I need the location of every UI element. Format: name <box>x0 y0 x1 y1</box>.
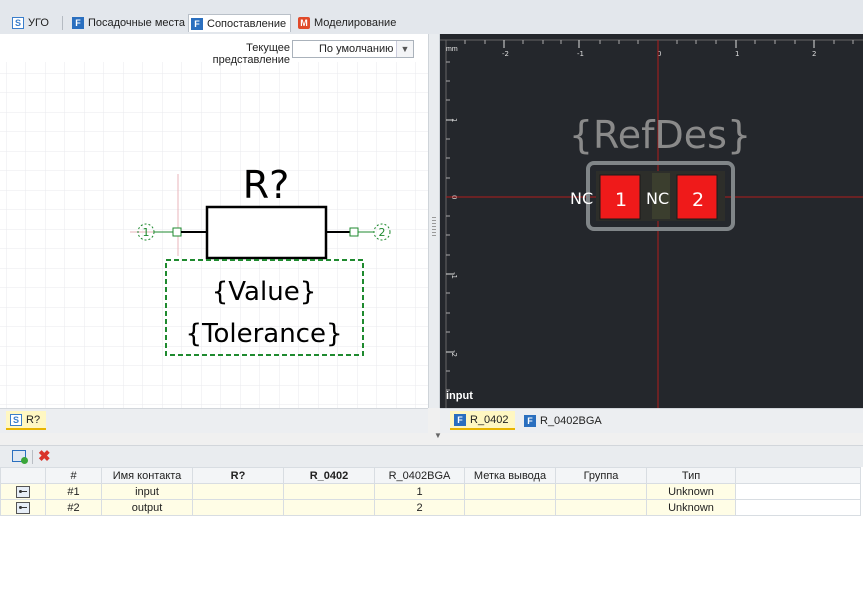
symbol-icon: S <box>12 17 24 29</box>
value-field: {Value} <box>212 277 316 307</box>
tab-footprint-r0402bga[interactable]: F R_0402BGA <box>520 411 608 430</box>
symbol-variant-tabs: S R? <box>0 408 428 434</box>
tab-label: Посадочные места <box>88 17 186 29</box>
view-select-value: По умолчанию <box>319 43 394 55</box>
footprint-icon: F <box>454 413 466 426</box>
horizontal-splitter[interactable]: ▼ <box>0 431 863 445</box>
y-tick-label: 1 <box>450 118 458 122</box>
cell-fp2[interactable]: 2 <box>374 499 465 516</box>
footprint-drawing: -2 -1 0 1 2 1 0 -1 -2 1 2 NC NC {RefDes} <box>440 34 863 408</box>
tab-footprint-r0402[interactable]: F R_0402 <box>450 411 515 430</box>
x-tick-label: 2 <box>812 50 816 58</box>
tab-symbol[interactable]: S УГО <box>10 14 53 32</box>
view-label: Текущее представление <box>212 42 290 66</box>
tab-footprints[interactable]: F Посадочные места <box>70 14 189 32</box>
pad1-label: 1 <box>615 189 627 211</box>
cell-fp2[interactable]: 1 <box>374 483 465 500</box>
tab-label: R? <box>26 413 41 426</box>
mapping-icon: F <box>191 17 203 30</box>
add-pin-icon[interactable] <box>12 450 28 464</box>
pad2-label: 2 <box>692 189 704 211</box>
symbol-drawing: 1 2 R? {Value} {Tolerance} <box>0 62 428 408</box>
mapping-toolbar: ✖ <box>0 445 863 469</box>
y-tick-label: -2 <box>450 350 458 357</box>
pin1-number: 1 <box>143 226 150 239</box>
cell-fp1[interactable] <box>283 483 375 500</box>
cell-sym[interactable] <box>192 499 284 516</box>
tab-mapping[interactable]: F Сопоставление <box>188 14 292 32</box>
toolbar-separator <box>32 450 33 464</box>
cell-sym[interactable] <box>192 483 284 500</box>
cell-fp1[interactable] <box>283 499 375 516</box>
cell-mark[interactable] <box>464 483 556 500</box>
delete-icon[interactable]: ✖ <box>38 447 51 465</box>
cell-group[interactable] <box>555 483 647 500</box>
x-tick-label: -2 <box>502 50 509 58</box>
pin-mapping-grid: # Имя контакта R? R_0402 R_0402BGA Метка… <box>0 467 863 606</box>
table-header: # Имя контакта R? R_0402 R_0402BGA Метка… <box>0 467 861 484</box>
tab-label: R_0402BGA <box>540 414 602 427</box>
symbol-refdes: R? <box>243 163 290 207</box>
tolerance-field: {Tolerance} <box>185 319 342 349</box>
col-header[interactable]: Метка вывода <box>464 467 556 484</box>
pin-icon <box>16 485 30 498</box>
cell-name[interactable]: output <box>101 499 193 516</box>
hover-pin-label: input <box>446 390 473 402</box>
modeling-icon: M <box>298 17 310 29</box>
footprint-icon: F <box>72 17 84 29</box>
pin-icon <box>16 501 30 514</box>
cell-num[interactable]: #2 <box>45 499 102 516</box>
tab-label: Сопоставление <box>207 17 287 30</box>
footprint-refdes: {RefDes} <box>569 113 751 157</box>
cell-empty <box>735 499 861 516</box>
cell-type[interactable]: Unknown <box>646 499 736 516</box>
tab-label: УГО <box>28 17 49 29</box>
pin-row-icon <box>0 483 46 500</box>
tab-label: Моделирование <box>314 17 397 29</box>
nc-label-mid: NC <box>646 189 669 208</box>
tab-separator <box>62 16 63 30</box>
resistor-body <box>205 205 328 260</box>
tab-symbol-variant[interactable]: S R? <box>6 411 47 430</box>
col-header-empty <box>735 467 861 484</box>
symbol-canvas[interactable]: 1 2 R? {Value} {Tolerance} <box>0 34 428 408</box>
tab-modeling[interactable]: M Моделирование <box>296 14 400 32</box>
cell-name[interactable]: input <box>101 483 193 500</box>
x-tick-label: 1 <box>735 50 739 58</box>
splitter-grip-icon <box>432 217 436 237</box>
unit-label: mm <box>446 46 458 53</box>
col-header[interactable]: R? <box>192 467 284 484</box>
cell-empty <box>735 483 861 500</box>
pin-row-icon <box>0 499 46 516</box>
y-tick-label: -1 <box>450 272 458 279</box>
nc-label-left: NC <box>570 189 593 208</box>
col-header[interactable]: R_0402BGA <box>374 467 465 484</box>
cell-type[interactable]: Unknown <box>646 483 736 500</box>
footprint-icon: F <box>524 414 536 427</box>
cell-mark[interactable] <box>464 499 556 516</box>
col-header[interactable]: Группа <box>555 467 647 484</box>
col-header[interactable]: # <box>45 467 102 484</box>
cell-group[interactable] <box>555 499 647 516</box>
footprint-variant-tabs: F R_0402 F R_0402BGA <box>440 408 863 434</box>
vertical-splitter[interactable] <box>428 34 440 408</box>
col-header[interactable]: Имя контакта <box>101 467 193 484</box>
x-tick-label: -1 <box>577 50 584 58</box>
col-header <box>0 467 46 484</box>
table-row[interactable]: #1 input 1 Unknown <box>0 483 861 500</box>
footprint-canvas[interactable]: -2 -1 0 1 2 1 0 -1 -2 1 2 NC NC {RefDes}… <box>440 34 863 408</box>
cell-num[interactable]: #1 <box>45 483 102 500</box>
col-header[interactable]: R_0402 <box>283 467 375 484</box>
view-select[interactable]: По умолчанию ▼ <box>292 40 414 58</box>
col-header[interactable]: Тип <box>646 467 736 484</box>
chevron-down-icon[interactable]: ▼ <box>396 41 413 57</box>
chevron-down-icon[interactable]: ▼ <box>434 431 442 440</box>
symbol-icon: S <box>10 413 22 426</box>
pin-table: # Имя контакта R? R_0402 R_0402BGA Метка… <box>0 467 861 516</box>
tab-label: R_0402 <box>470 413 509 426</box>
top-tab-bar: S УГО F Посадочные места F Сопоставление… <box>0 0 863 35</box>
pin2-number: 2 <box>379 226 386 239</box>
table-row[interactable]: #2 output 2 Unknown <box>0 499 861 516</box>
